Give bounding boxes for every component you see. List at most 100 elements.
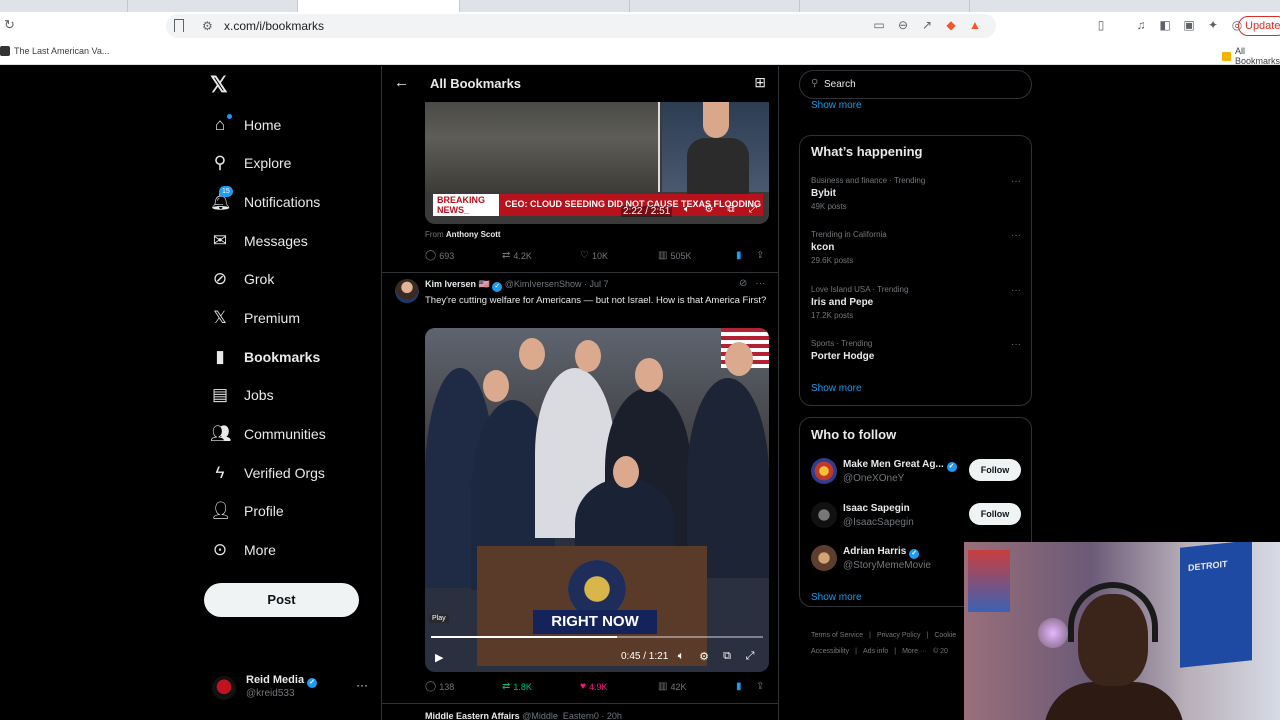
url-text[interactable]: x.com/i/bookmarks (224, 19, 324, 33)
follow-button[interactable]: Follow (969, 503, 1021, 525)
bookmark-page-icon[interactable] (174, 19, 184, 32)
browser-tab[interactable] (630, 0, 800, 12)
play-icon[interactable]: ▶ (435, 651, 443, 664)
next-tweet-header[interactable]: Middle Eastern Affairs @Middle_Eastern0 … (425, 711, 622, 720)
bookmarks-timeline[interactable]: ← All Bookmarks ⊞ BREAKING NEWS_ CEO: CL… (381, 66, 779, 720)
reply-button[interactable]: ◯ 138 (425, 681, 454, 692)
trend-item[interactable]: Trending in California kcon 29.6K posts … (811, 230, 1021, 265)
envelope-icon: ✉ (212, 231, 228, 250)
footer-link[interactable]: More ··· (902, 648, 927, 655)
footer-link[interactable]: Ads info (863, 648, 888, 655)
brave-rewards-icon[interactable]: ▲ (968, 18, 982, 32)
reply-button[interactable]: ◯ 693 (425, 250, 454, 261)
video-scene (635, 358, 663, 392)
browser-tab-active[interactable] (298, 0, 460, 12)
fullscreen-icon[interactable]: ⤢ (747, 204, 759, 215)
footer-link[interactable]: Accessibility (811, 648, 849, 655)
sidebar-toggle-icon[interactable]: ▯ (1094, 18, 1108, 32)
bookmark-button[interactable]: ▮ (736, 681, 742, 692)
fullscreen-icon[interactable]: ⤢ (744, 650, 756, 663)
tweet-video[interactable]: BREAKING NEWS_ CEO: CLOUD SEEDING DID NO… (425, 102, 769, 224)
all-bookmarks-button[interactable]: All Bookmarks (1222, 46, 1280, 66)
footer-link[interactable]: Terms of Service (811, 632, 863, 639)
settings-icon[interactable]: ⚙ (698, 650, 710, 663)
bookmark-folder-add-icon[interactable]: ⊞ (754, 74, 766, 91)
show-more-link[interactable]: Show more (811, 100, 862, 111)
bookmark-button[interactable]: ▮ (736, 250, 742, 261)
nav-premium[interactable]: 𝕏 Premium (210, 304, 300, 332)
share-button[interactable]: ⇪ (756, 250, 764, 261)
browser-tab[interactable] (460, 0, 630, 12)
verified-badge-icon: ✓ (307, 678, 318, 688)
back-arrow-icon[interactable]: ← (394, 74, 409, 91)
show-more-link[interactable]: Show more (811, 383, 862, 394)
split-view-icon[interactable]: ◧ (1158, 18, 1172, 32)
install-icon[interactable]: ▭ (872, 18, 886, 32)
address-bar[interactable]: ⚙ x.com/i/bookmarks ▭ ⊖ ↗ ◆ ▲ (166, 14, 996, 38)
tweet-author-name[interactable]: Kim Iversen (425, 279, 476, 289)
follow-suggestion[interactable]: Make Men Great Ag... ✓ @OneXOneY Follow (811, 458, 1023, 488)
nav-jobs[interactable]: ▤ Jobs (210, 381, 274, 409)
trend-item[interactable]: Love Island USA · Trending Iris and Pepe… (811, 285, 1021, 320)
nav-messages[interactable]: ✉ Messages (210, 227, 308, 255)
share-icon[interactable]: ↗ (920, 18, 934, 32)
follow-suggestion[interactable]: Isaac Sapegin @IsaacSapegin Follow (811, 502, 1023, 532)
settings-icon[interactable]: ⚙ (703, 204, 715, 215)
more-dots-icon[interactable]: ··· (1011, 176, 1021, 187)
nav-bookmarks[interactable]: ▮ Bookmarks (210, 343, 320, 371)
more-dots-icon[interactable]: ··· (1011, 339, 1021, 350)
trend-item[interactable]: Sports · Trending Porter Hodge ··· (811, 339, 1021, 362)
nav-grok[interactable]: ⊘ Grok (210, 265, 274, 293)
views-button[interactable]: ▥ 505K (658, 250, 691, 261)
site-info-icon[interactable]: ⚙ (202, 19, 213, 33)
media-icon[interactable]: ♫ (1134, 18, 1148, 32)
volume-icon[interactable]: 🔈︎ (675, 650, 687, 663)
post-button[interactable]: Post (204, 583, 359, 617)
bookmark-item[interactable]: The Last American Va... (0, 46, 109, 56)
browser-tab[interactable] (0, 0, 128, 12)
nav-explore[interactable]: ⚲ Explore (210, 149, 292, 177)
x-logo-icon[interactable]: 𝕏 (210, 74, 232, 96)
views-button[interactable]: ▥ 42K (658, 681, 686, 692)
zoom-icon[interactable]: ⊖ (896, 18, 910, 32)
volume-icon[interactable]: 🔈︎ (681, 204, 693, 215)
nav-more[interactable]: ⊙ More (210, 536, 276, 564)
nav-verified-orgs[interactable]: ϟ Verified Orgs (210, 459, 325, 487)
brave-shields-icon[interactable]: ◆ (944, 18, 958, 32)
account-switcher[interactable]: Reid Media ✓ @kreid533 ··· (212, 674, 372, 706)
follow-button[interactable]: Follow (969, 459, 1021, 481)
more-dots-icon[interactable]: ··· (1011, 285, 1021, 296)
browser-tab[interactable] (128, 0, 298, 12)
search-input[interactable]: ⚲ Search (799, 70, 1032, 99)
more-dots-icon[interactable]: ··· (356, 678, 368, 692)
footer-link[interactable]: Privacy Policy (877, 632, 921, 639)
share-button[interactable]: ⇪ (756, 681, 764, 692)
tweet-video[interactable]: RIGHT NOW Play ▶ 0:45 / 1:21 🔈︎ ⚙ ⧉ ⤢ (425, 328, 769, 672)
video-progress[interactable] (431, 636, 763, 638)
more-dots-icon[interactable]: ··· (755, 278, 765, 289)
nav-profile[interactable]: 👤︎ Profile (210, 497, 284, 525)
trend-item[interactable]: Business and finance · Trending Bybit 49… (811, 176, 1021, 211)
nav-home[interactable]: ⌂ Home (210, 111, 281, 139)
tweet-author-handle[interactable]: @KimIversenShow (505, 279, 582, 289)
nav-communities[interactable]: 👥︎ Communities (210, 420, 326, 448)
pip-icon[interactable]: ⧉ (721, 650, 733, 663)
browser-tab[interactable] (800, 0, 970, 12)
like-button[interactable]: ♥ 4.9K (580, 681, 607, 692)
more-dots-icon[interactable]: ··· (1011, 230, 1021, 241)
avatar[interactable] (395, 279, 419, 303)
leo-icon[interactable]: ✦ (1206, 18, 1220, 32)
video-source[interactable]: From Anthony Scott (425, 230, 501, 239)
tweet-date[interactable]: Jul 7 (589, 279, 608, 289)
pip-icon[interactable]: ⧉ (725, 204, 737, 215)
reload-icon[interactable]: ↻ (4, 18, 18, 32)
footer-link[interactable]: Cookie (934, 632, 956, 639)
update-button[interactable]: Update (1238, 16, 1280, 36)
like-button[interactable]: ♡ 10K (580, 250, 608, 261)
repost-button[interactable]: ⇄ 4.2K (502, 250, 532, 261)
grok-explain-icon[interactable]: ⊘ (739, 278, 747, 289)
nav-notifications[interactable]: 🔔︎ 15 Notifications (210, 186, 320, 216)
wallet-icon[interactable]: ▣ (1182, 18, 1196, 32)
show-more-link[interactable]: Show more (811, 592, 862, 603)
repost-button[interactable]: ⇄ 1.8K (502, 681, 532, 692)
